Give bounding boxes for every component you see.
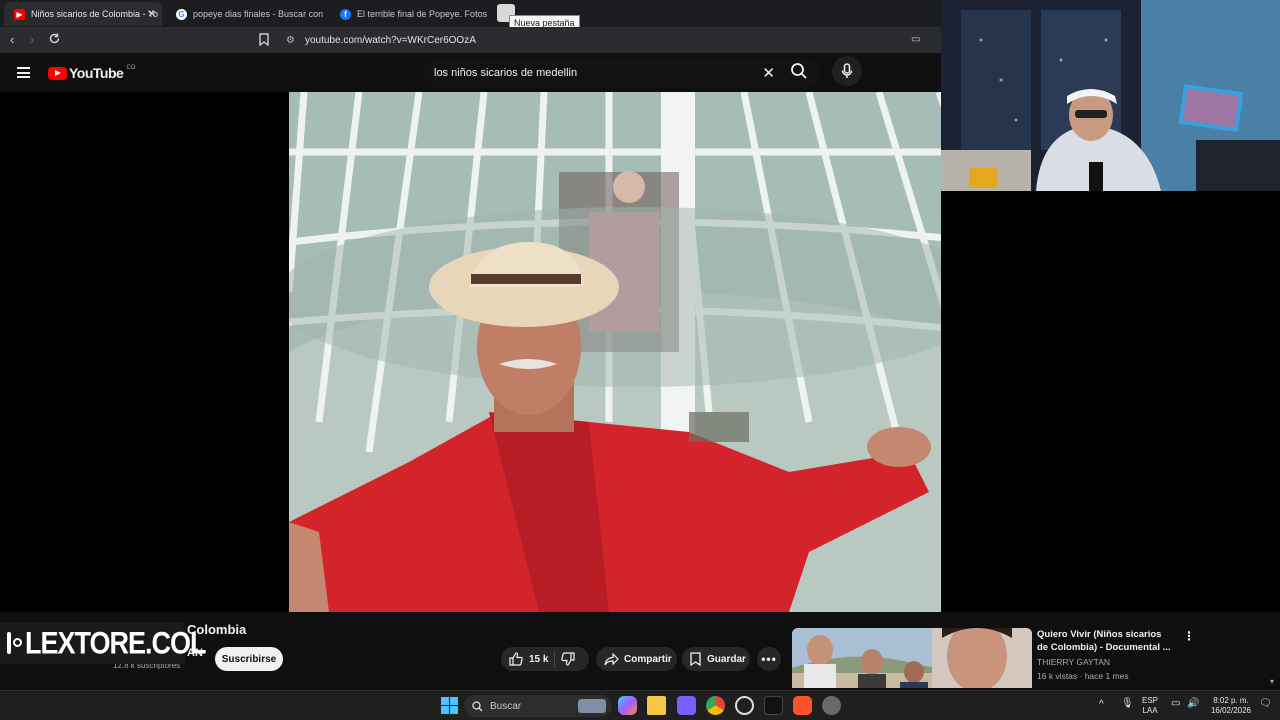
like-button[interactable]: 15 k: [509, 652, 548, 666]
tab-title: El terrible final de Popeye. Fotos Se...: [357, 9, 488, 19]
like-dislike-group: 15 k: [501, 647, 589, 671]
browser-tab-bar: ▶ Niños sicarios de Colombia - Yo ✕ G po…: [0, 0, 941, 31]
windows-taskbar: Buscar ^ 🎙 ESP LAA ▭ 🔊 8:02 p. m. 16/02/…: [0, 690, 1280, 720]
microphone-icon: [841, 63, 853, 78]
scrollbar-down-icon[interactable]: ▾: [1270, 677, 1274, 686]
more-horizontal-icon: •••: [761, 652, 777, 666]
clock-time: 8:02 p. m.: [1213, 696, 1249, 705]
instagram-icon: [7, 632, 22, 654]
video-scene-image: [289, 92, 981, 612]
video-frame[interactable]: [289, 92, 981, 612]
search-query: los niños sicarios de medellin: [434, 66, 578, 79]
share-button[interactable]: Compartir: [596, 647, 677, 671]
recommended-channel[interactable]: THIERRY GAYTAN: [1037, 657, 1110, 667]
file-explorer-icon[interactable]: [647, 696, 666, 715]
recommended-title[interactable]: Quiero Vivir (Niños sicarios de Colombia…: [1037, 628, 1172, 654]
taskbar-search-label: Buscar: [490, 700, 522, 712]
network-icon[interactable]: ▭: [1171, 699, 1180, 709]
thumbs-up-icon: [509, 652, 523, 666]
save-button[interactable]: Guardar: [682, 647, 750, 671]
taskbar-search-icon: [472, 700, 483, 711]
menu-icon[interactable]: [17, 67, 30, 78]
close-tab-icon[interactable]: ✕: [148, 9, 156, 20]
thumbs-down-icon: [561, 652, 576, 666]
like-divider: [554, 651, 556, 667]
recommended-thumbnail-image: [792, 628, 1032, 688]
site-settings-icon[interactable]: ⚙: [286, 35, 295, 46]
save-bookmark-icon: [690, 652, 701, 666]
search-highlight-icon: [578, 699, 606, 713]
search-icon[interactable]: [790, 62, 812, 84]
google-favicon-icon: G: [176, 8, 187, 20]
tiktok-icon[interactable]: [764, 696, 783, 715]
chrome-icon[interactable]: [706, 696, 725, 715]
language-layout: LAA: [1142, 706, 1158, 715]
clock[interactable]: 8:02 p. m. 16/02/2026: [1208, 696, 1254, 716]
taskbar-search-input[interactable]: Buscar: [464, 695, 612, 717]
copilot-icon[interactable]: [618, 696, 637, 715]
clear-search-icon[interactable]: ✕: [762, 64, 775, 82]
webcam-overlay: [941, 0, 1280, 191]
settings-gear-app-icon[interactable]: [735, 696, 754, 715]
tray-expand-icon[interactable]: ^: [1099, 700, 1104, 710]
system-settings-icon[interactable]: [822, 696, 841, 715]
language-code: ESP: [1142, 696, 1159, 705]
back-icon[interactable]: ‹: [10, 32, 14, 47]
language-indicator[interactable]: ESP LAA: [1142, 696, 1158, 716]
twitch-app-icon[interactable]: [677, 696, 696, 715]
share-label: Compartir: [624, 653, 672, 665]
youtube-play-icon: [48, 66, 67, 80]
tab-facebook[interactable]: f El terrible final de Popeye. Fotos Se.…: [330, 2, 488, 26]
notifications-icon[interactable]: 🗨: [1259, 699, 1272, 709]
cast-icon[interactable]: ▭: [911, 34, 920, 45]
webcam-image: [941, 0, 1280, 191]
address-bar[interactable]: ⚙ youtube.com/watch?v=WKrCer6OOzA: [280, 31, 935, 49]
youtube-logo[interactable]: YouTube CO: [48, 65, 135, 81]
country-code: CO: [126, 65, 136, 71]
youtube-favicon-icon: ▶: [14, 8, 25, 20]
tab-title: popeye dias finales - Buscar con Goo: [193, 9, 324, 19]
subscribe-button[interactable]: Suscribirse: [215, 647, 283, 671]
more-actions-button[interactable]: •••: [757, 647, 781, 671]
streamer-watermark: LEXTORE.COL: [0, 622, 207, 664]
tab-title: Niños sicarios de Colombia - Yo: [31, 9, 159, 19]
share-arrow-icon: [604, 652, 619, 665]
volume-icon[interactable]: 🔊: [1187, 699, 1199, 709]
browser-toolbar: ‹ › ⚙ youtube.com/watch?v=WKrCer6OOzA ▭: [0, 27, 941, 53]
recommended-thumbnail[interactable]: [792, 628, 1032, 688]
recommended-more-icon[interactable]: ⋮: [1183, 629, 1195, 643]
windows-start-icon[interactable]: [440, 696, 459, 715]
brave-browser-icon[interactable]: [793, 696, 812, 715]
watermark-text: LEXTORE.COL: [25, 625, 207, 660]
tab-google[interactable]: G popeye dias finales - Buscar con Goo: [166, 2, 324, 26]
dislike-button[interactable]: [561, 652, 576, 666]
secondary-panel-black: [941, 191, 1280, 612]
search-input[interactable]: los niños sicarios de medellin ✕: [424, 58, 821, 87]
like-count: 15 k: [529, 653, 549, 665]
clock-date: 16/02/2026: [1210, 706, 1252, 715]
tray-microphone-icon[interactable]: 🎙: [1121, 699, 1134, 709]
voice-search-button[interactable]: [832, 56, 862, 86]
reload-icon[interactable]: [48, 32, 61, 48]
youtube-wordmark: YouTube: [69, 65, 124, 81]
save-label: Guardar: [707, 653, 746, 665]
facebook-favicon-icon: f: [340, 8, 351, 20]
bookmark-icon[interactable]: [259, 33, 269, 49]
tab-youtube[interactable]: ▶ Niños sicarios de Colombia - Yo ✕: [4, 2, 162, 26]
youtube-header: YouTube CO los niños sicarios de medelli…: [0, 53, 941, 92]
forward-icon[interactable]: ›: [30, 32, 34, 47]
url-text: youtube.com/watch?v=WKrCer6OOzA: [304, 34, 476, 46]
recommended-meta: 16 k vistas · hace 1 mes: [1037, 671, 1129, 681]
